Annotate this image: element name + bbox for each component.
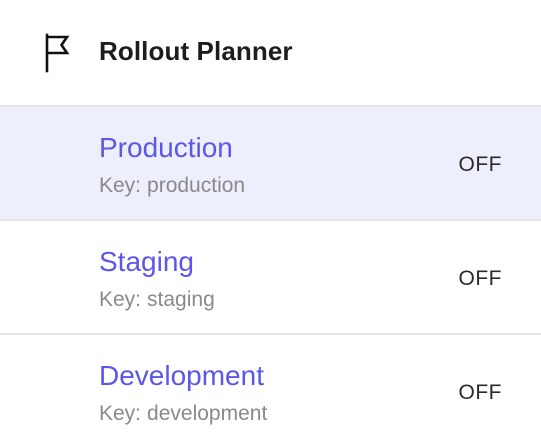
environment-list: Production Key: production OFF Staging Ke… <box>0 107 541 447</box>
status-toggle-label[interactable]: OFF <box>459 266 503 292</box>
key-label: Key: <box>99 174 142 197</box>
environment-key: Key: development <box>99 401 267 427</box>
environment-key: Key: production <box>99 173 245 199</box>
key-label: Key: <box>99 402 142 425</box>
environment-key: Key: staging <box>99 287 215 313</box>
status-toggle-label[interactable]: OFF <box>459 380 503 406</box>
environment-row-production[interactable]: Production Key: production OFF <box>0 107 541 221</box>
key-label: Key: <box>99 288 142 311</box>
flag-icon <box>42 33 72 73</box>
environment-row-development[interactable]: Development Key: development OFF <box>0 335 541 447</box>
environment-name[interactable]: Development <box>99 358 264 394</box>
app-header: Rollout Planner <box>0 0 541 107</box>
environment-name[interactable]: Production <box>99 130 233 166</box>
environment-row-staging[interactable]: Staging Key: staging OFF <box>0 221 541 335</box>
key-value: production <box>147 174 246 197</box>
key-value: development <box>147 402 268 425</box>
environment-name[interactable]: Staging <box>99 244 194 280</box>
app-title: Rollout Planner <box>99 36 293 66</box>
status-toggle-label[interactable]: OFF <box>459 152 503 178</box>
key-value: staging <box>147 288 215 311</box>
